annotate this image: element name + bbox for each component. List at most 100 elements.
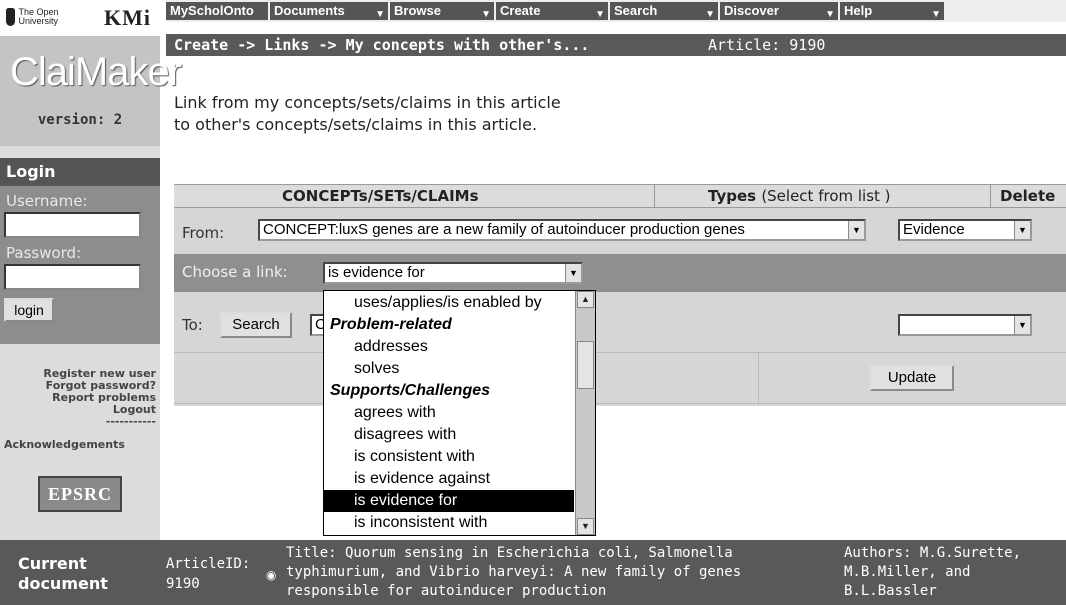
intro-line-2: to other's concepts/sets/claims in this … xyxy=(174,115,538,134)
epsrc-logo[interactable]: EPSRC xyxy=(38,476,122,512)
password-label: Password: xyxy=(6,244,82,262)
current-document-label-line-1: Current xyxy=(18,554,87,573)
dropdown-scrollbar[interactable]: ▲ ▼ xyxy=(575,291,595,535)
open-university-mark-icon xyxy=(6,8,16,26)
menu-label: Discover xyxy=(724,3,779,18)
scroll-down-icon[interactable]: ▼ xyxy=(577,518,594,535)
link-type-dropdown[interactable]: uses/applies/is enabled by Problem-relate… xyxy=(323,290,596,536)
from-select-value: CONCEPT:luxS genes are a new family of a… xyxy=(263,221,745,238)
menu-create[interactable]: Create ▼ xyxy=(496,2,608,20)
password-input[interactable] xyxy=(4,264,141,290)
chevron-down-icon: ▼ xyxy=(595,9,605,20)
article-id-label: ArticleID: xyxy=(166,556,251,572)
brand-panel: ClaiMaker version: 2 xyxy=(0,36,182,146)
menu-documents[interactable]: Documents ▼ xyxy=(270,2,388,20)
link-type-value: is evidence for xyxy=(328,264,425,281)
choose-link-label: Choose a link: xyxy=(182,263,288,281)
logo-strip: The Open University KMi xyxy=(0,0,160,36)
current-document-bar: Current document ArticleID: 9190 ◉ Title… xyxy=(0,540,1066,605)
links-separator: ----------- xyxy=(105,415,156,428)
chevron-down-icon: ▼ xyxy=(1014,316,1030,334)
login-title: Login xyxy=(0,158,160,186)
login-panel: Login Username: Password: login xyxy=(0,158,160,344)
from-select[interactable]: CONCEPT:luxS genes are a new family of a… xyxy=(258,219,866,241)
menu-label: Search xyxy=(614,3,658,18)
menu-search[interactable]: Search ▼ xyxy=(610,2,718,20)
link-type-option[interactable]: is consistent with xyxy=(324,446,574,468)
username-label: Username: xyxy=(6,192,88,210)
scroll-up-icon[interactable]: ▲ xyxy=(577,291,594,308)
chevron-down-icon: ▼ xyxy=(825,9,835,20)
article-number: Article: 9190 xyxy=(708,36,826,54)
link-type-option[interactable]: agrees with xyxy=(324,402,574,424)
menu-label: Create xyxy=(500,3,541,18)
link-type-option[interactable]: is evidence for xyxy=(324,490,574,512)
choose-link-row: Choose a link: is evidence for ▼ xyxy=(174,254,1066,292)
link-type-option[interactable]: addresses xyxy=(324,336,574,358)
chevron-down-icon: ▼ xyxy=(375,9,385,20)
epsrc-logo-text: EPSRC xyxy=(47,483,112,504)
from-type-select[interactable]: Evidence ▼ xyxy=(898,219,1032,241)
menu-label: Help xyxy=(844,3,873,18)
menu-browse[interactable]: Browse ▼ xyxy=(390,2,494,20)
main-menu-bar: MyScholOnto Documents ▼ Browse ▼ Create ▼ Searc… xyxy=(166,0,1066,22)
menu-discover[interactable]: Discover ▼ xyxy=(720,2,838,20)
app-logo: ClaiMaker xyxy=(10,50,182,94)
from-type-value: Evidence xyxy=(903,221,965,238)
open-university-logo-text: The Open University xyxy=(18,7,59,26)
header-types-label: Types xyxy=(708,187,757,205)
username-input[interactable] xyxy=(4,212,141,238)
link-type-option[interactable]: disagrees with xyxy=(324,424,574,446)
from-label: From: xyxy=(182,224,225,242)
menu-label: Documents xyxy=(274,3,345,18)
header-types-hint: (Select from list ) xyxy=(761,187,891,205)
chevron-down-icon: ▼ xyxy=(481,9,491,20)
link-type-option[interactable]: is evidence against xyxy=(324,468,574,490)
header-types: Types (Select from list ) xyxy=(708,185,891,207)
chevron-down-icon: ▼ xyxy=(931,9,941,20)
breadcrumb-path: Create -> Links -> My concepts with othe… xyxy=(174,36,590,54)
scrollbar-thumb[interactable] xyxy=(577,341,594,389)
option-group-header: Problem-related xyxy=(330,316,452,333)
account-links: Register new user Forgot password? Repor… xyxy=(0,368,158,428)
link-type-option[interactable]: solves xyxy=(324,358,574,380)
current-document-label: Current document xyxy=(18,554,108,594)
document-authors: Authors: M.G.Surette, M.B.Miller, and B.… xyxy=(844,545,1022,599)
kmi-logo-text: KMi xyxy=(104,5,151,30)
document-title[interactable]: Title: Quorum sensing in Escherichia col… xyxy=(286,544,822,601)
update-row: Update xyxy=(174,352,1066,405)
menu-help[interactable]: Help ▼ xyxy=(840,2,944,20)
article-id: ArticleID: 9190 xyxy=(166,554,250,594)
eye-icon[interactable]: ◉ xyxy=(266,568,276,582)
chevron-down-icon: ▼ xyxy=(705,9,715,20)
table-header: CONCEPTs/SETs/CLAIMs Types (Select from … xyxy=(174,184,1066,208)
menu-label: Browse xyxy=(394,3,441,18)
breadcrumb: Create -> Links -> My concepts with othe… xyxy=(166,34,1066,56)
article-id-value: 9190 xyxy=(166,576,200,592)
search-button[interactable]: Search xyxy=(220,312,292,338)
update-divider xyxy=(758,353,759,405)
from-row: From: CONCEPT:luxS genes are a new famil… xyxy=(174,210,1066,250)
open-university-logo[interactable]: The Open University xyxy=(6,5,74,29)
intro-line-1: Link from my concepts/sets/claims in thi… xyxy=(174,93,561,112)
link-type-option[interactable]: is inconsistent with xyxy=(324,512,574,534)
to-label: To: xyxy=(182,316,203,334)
acknowledgements-link[interactable]: Acknowledgements xyxy=(4,438,125,451)
login-button[interactable]: login xyxy=(4,298,54,322)
menu-label: MyScholOnto xyxy=(170,3,254,18)
menu-myscholonto[interactable]: MyScholOnto xyxy=(166,2,268,20)
to-row: To: Search C ▼ xyxy=(174,300,1066,340)
header-divider xyxy=(990,185,991,208)
header-delete: Delete xyxy=(1000,187,1056,205)
link-form: CONCEPTs/SETs/CLAIMs Types (Select from … xyxy=(174,184,1066,406)
chevron-down-icon: ▼ xyxy=(848,221,864,239)
to-type-select[interactable]: ▼ xyxy=(898,314,1032,336)
link-type-option[interactable]: uses/applies/is enabled by xyxy=(324,292,574,314)
left-sidebar: The Open University KMi ClaiMaker versio… xyxy=(0,0,182,540)
update-button[interactable]: Update xyxy=(870,365,954,391)
kmi-logo[interactable]: KMi xyxy=(104,6,156,30)
chevron-down-icon: ▼ xyxy=(1014,221,1030,239)
header-divider xyxy=(654,185,655,208)
link-type-select[interactable]: is evidence for ▼ xyxy=(323,262,583,284)
header-items: CONCEPTs/SETs/CLAIMs xyxy=(282,187,479,205)
